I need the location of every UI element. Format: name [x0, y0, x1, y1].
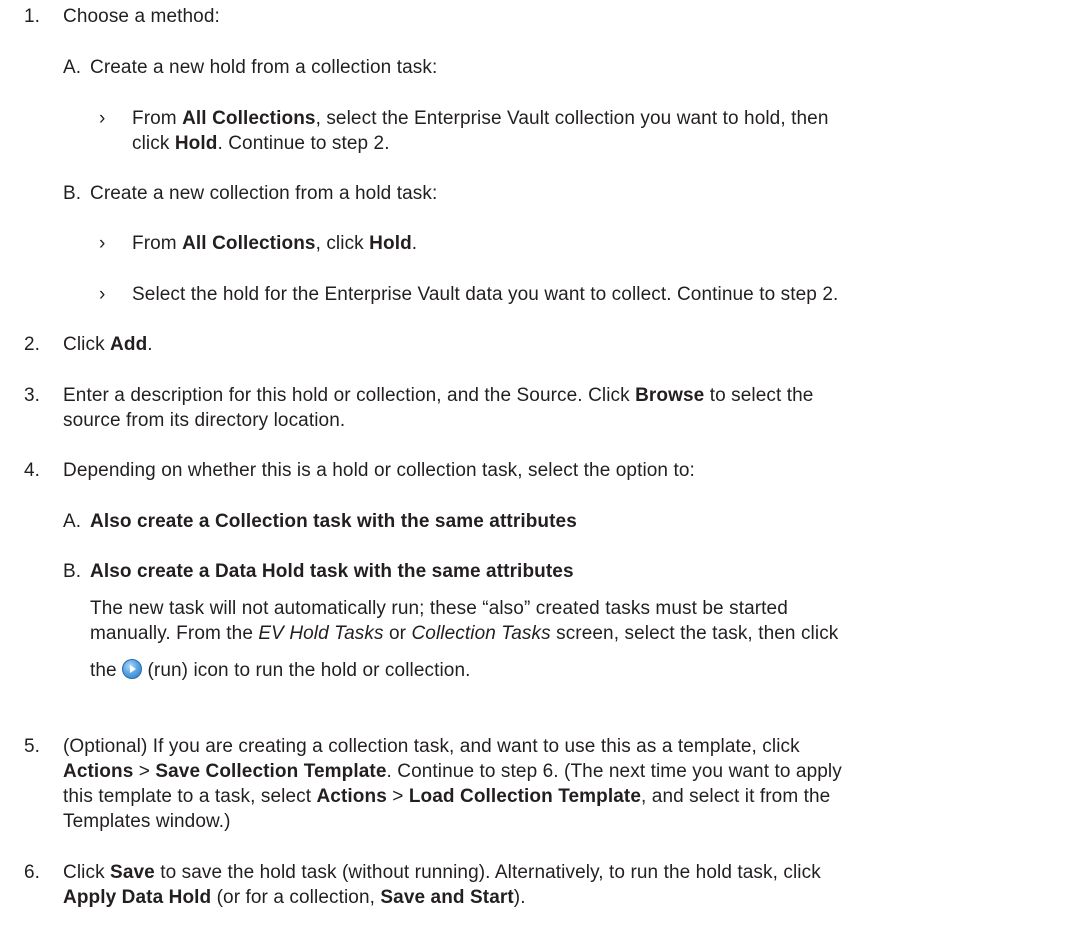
step-4-number: 4. [24, 460, 41, 481]
option-4b-letter: B. [63, 561, 82, 582]
step-5-line2: Actions > Save Collection Template. Cont… [63, 761, 842, 782]
option-1a-text: Create a new hold from a collection task… [90, 57, 438, 78]
step-3-line2: source from its directory location. [63, 410, 346, 431]
option-1b-text: Create a new collection from a hold task… [90, 183, 438, 204]
option-4b-note-line1: The new task will not automatically run;… [90, 598, 788, 619]
step-5-number: 5. [24, 736, 41, 757]
option-1a-bullet-line1: From All Collections, select the Enterpr… [132, 108, 829, 129]
option-1a-bullet-line2: click Hold. Continue to step 2. [132, 133, 390, 154]
step-3-number: 3. [24, 385, 41, 406]
step-1-text: Choose a method: [63, 6, 220, 27]
step-6-line1: Click Save to save the hold task (withou… [63, 862, 821, 883]
step-3-line1: Enter a description for this hold or col… [63, 385, 814, 406]
option-1b-letter: B. [63, 183, 82, 204]
step-5-line4: Templates window.) [63, 811, 231, 832]
step-1-number: 1. [24, 6, 41, 27]
step-6-number: 6. [24, 862, 41, 883]
run-icon [122, 659, 143, 679]
bullet-marker: › [99, 284, 106, 305]
step-6-line2: Apply Data Hold (or for a collection, Sa… [63, 887, 526, 908]
step-2-text: Click Add. [63, 334, 153, 355]
step-5-line3: this template to a task, select Actions … [63, 786, 831, 807]
step-2-number: 2. [24, 334, 41, 355]
option-4b-text: Also create a Data Hold task with the sa… [90, 561, 574, 582]
step-4-text: Depending on whether this is a hold or c… [63, 460, 695, 481]
option-4a-letter: A. [63, 511, 82, 532]
option-1a-letter: A. [63, 57, 82, 78]
option-1b-bullet-2: Select the hold for the Enterprise Vault… [132, 284, 839, 305]
step-5-line1: (Optional) If you are creating a collect… [63, 736, 800, 757]
bullet-marker: › [99, 233, 106, 254]
option-4a-text: Also create a Collection task with the s… [90, 511, 577, 532]
option-1b-bullet-1: From All Collections, click Hold. [132, 233, 418, 254]
option-4b-note-line3: the (run) icon to run the hold or collec… [90, 659, 471, 681]
option-4b-note-line2: manually. From the EV Hold Tasks or Coll… [90, 623, 839, 644]
bullet-marker: › [99, 108, 106, 129]
